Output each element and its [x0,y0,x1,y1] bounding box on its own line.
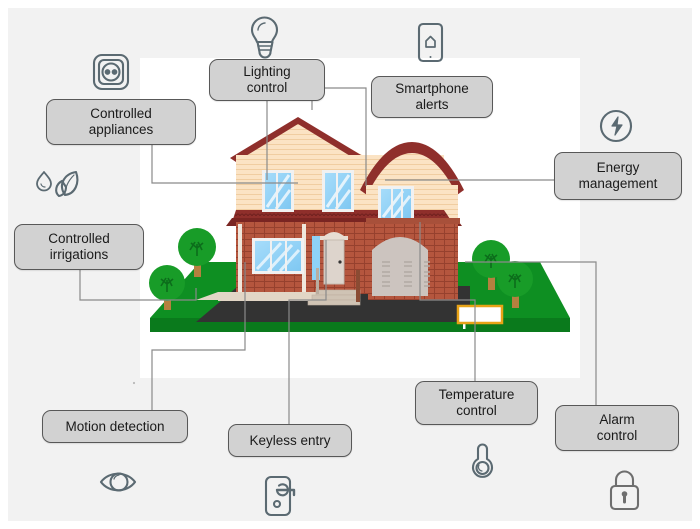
node-temperature-control[interactable]: Temperature control [415,381,538,425]
node-lighting-control[interactable]: Lighting control [209,59,325,101]
smart-home-diagram: Controlled appliances Lighting control S… [0,0,700,529]
node-controlled-appliances[interactable]: Controlled appliances [46,99,196,145]
node-alarm-control[interactable]: Alarm control [555,405,679,451]
node-energy-management[interactable]: Energy management [554,152,682,200]
node-motion-detection[interactable]: Motion detection [42,410,188,443]
node-keyless-entry[interactable]: Keyless entry [228,424,352,457]
node-controlled-irrigations[interactable]: Controlled irrigations [14,224,144,270]
node-smartphone-alerts[interactable]: Smartphone alerts [371,76,493,118]
